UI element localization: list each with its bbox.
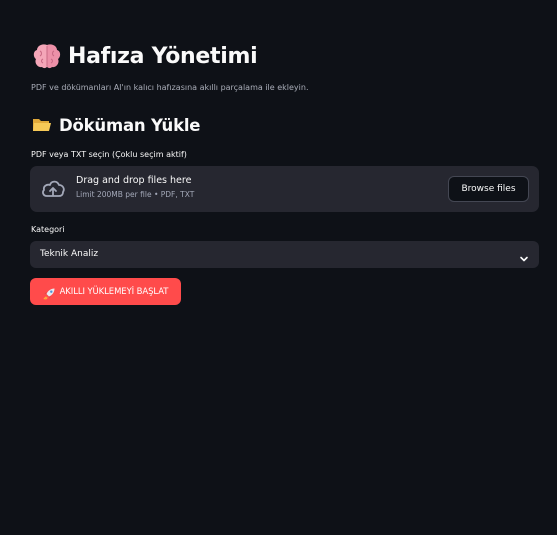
category-selected-value: Teknik Analiz bbox=[40, 249, 99, 259]
file-uploader-label: PDF veya TXT seçin (Çoklu seçim aktif) bbox=[31, 150, 187, 159]
category-select[interactable]: Teknik Analiz bbox=[30, 241, 539, 268]
start-smart-upload-button[interactable]: AKILLI YÜKLEMEYİ BAŞLAT bbox=[30, 278, 181, 305]
rocket-icon bbox=[43, 285, 56, 300]
dropzone-text: Drag and drop files here Limit 200MB per… bbox=[76, 175, 194, 199]
cloud-upload-icon bbox=[40, 177, 66, 201]
folder-icon bbox=[32, 115, 52, 135]
upload-section-title: Döküman Yükle bbox=[59, 115, 201, 135]
brain-icon bbox=[32, 42, 62, 70]
chevron-down-icon bbox=[519, 249, 529, 262]
page-subtitle: PDF ve dökümanları AI'ın kalıcı hafızası… bbox=[31, 83, 309, 92]
category-label: Kategori bbox=[31, 225, 65, 234]
dropzone-limits: Limit 200MB per file • PDF, TXT bbox=[76, 190, 195, 199]
upload-section-heading: Döküman Yükle bbox=[32, 115, 200, 135]
memory-management-page: Hafıza Yönetimi PDF ve dökümanları AI'ın… bbox=[0, 0, 557, 535]
file-dropzone[interactable]: Drag and drop files here Limit 200MB per… bbox=[30, 166, 539, 212]
start-button-label: AKILLI YÜKLEMEYİ BAŞLAT bbox=[59, 286, 169, 297]
page-title-text: Hafıza Yönetimi bbox=[68, 43, 258, 69]
page-title: Hafıza Yönetimi bbox=[32, 42, 258, 70]
dropzone-instruction: Drag and drop files here bbox=[76, 175, 192, 186]
browse-files-button[interactable]: Browse files bbox=[448, 176, 529, 202]
